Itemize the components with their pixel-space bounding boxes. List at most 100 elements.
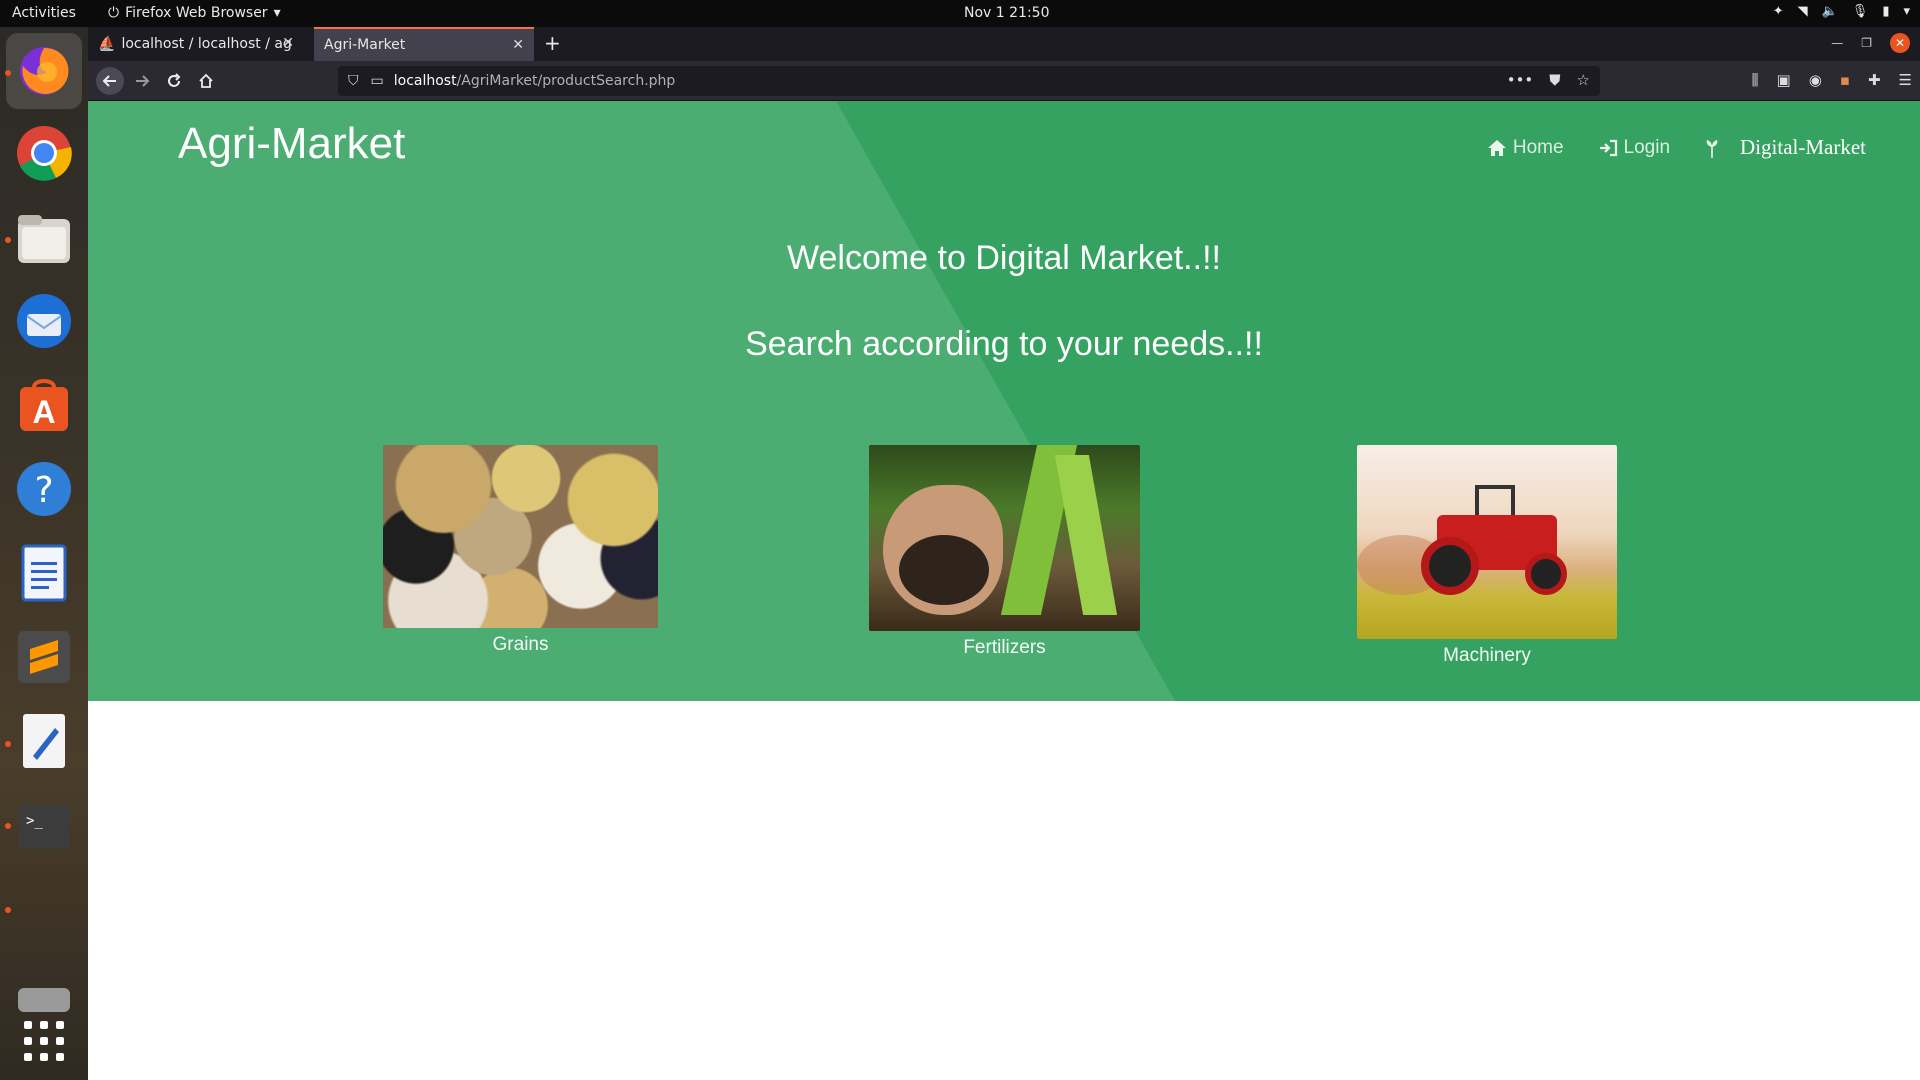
home-button[interactable]	[194, 69, 218, 93]
files-icon	[18, 215, 70, 263]
close-tab-icon[interactable]: ✕	[282, 35, 294, 51]
grid-icon	[24, 1021, 64, 1061]
toolbar-right: ⫼ ▣ ◉ ▪ ✚ ☰	[1752, 71, 1912, 89]
site-nav: Home Login Digital-Market	[1487, 135, 1866, 160]
wifi-icon[interactable]: ◥	[1798, 4, 1808, 19]
category-label: Fertilizers	[963, 637, 1046, 658]
reload-icon	[168, 73, 181, 87]
dock-thunderbird[interactable]	[12, 289, 76, 353]
reload-button[interactable]	[162, 69, 186, 93]
home-icon	[1487, 139, 1506, 156]
dock-software[interactable]: A	[12, 373, 76, 437]
machinery-image[interactable]	[1357, 445, 1617, 639]
extension-icon[interactable]: ▪	[1840, 71, 1850, 89]
page-info-icon[interactable]: ▭	[371, 73, 384, 89]
nav-home[interactable]: Home	[1487, 137, 1564, 159]
back-button[interactable]	[96, 67, 124, 95]
tab-strip: ⛵ localhost / localhost / ag ✕ Agri-Mark…	[88, 27, 1920, 61]
category-machinery[interactable]: Machinery	[1357, 445, 1617, 667]
home-icon	[199, 73, 213, 88]
account-icon[interactable]: ◉	[1809, 71, 1822, 89]
sprout-icon	[1706, 139, 1718, 158]
tab-label: Agri-Market	[324, 37, 406, 53]
firefox-small-icon: ⏻	[108, 5, 120, 21]
activities-button[interactable]: Activities	[12, 5, 76, 21]
close-window-icon[interactable]: ✕	[1890, 33, 1910, 53]
category-label: Grains	[492, 634, 549, 655]
close-tab-icon[interactable]: ✕	[512, 37, 524, 53]
page-actions-icon[interactable]: •••	[1507, 71, 1534, 89]
window-controls: — ❐ ✕	[1831, 33, 1910, 53]
text-editor-icon	[23, 714, 65, 768]
dock-help[interactable]: ?	[12, 457, 76, 521]
forward-button[interactable]	[130, 69, 154, 93]
hamburger-menu-icon[interactable]: ☰	[1899, 71, 1912, 89]
app-menu-label: Firefox Web Browser	[125, 5, 268, 21]
new-tab-button[interactable]: +	[544, 31, 561, 55]
minimize-icon[interactable]: —	[1831, 36, 1843, 50]
help-icon: ?	[17, 462, 71, 516]
software-center-icon: A	[20, 379, 68, 431]
system-top-bar: Activities ⏻ Firefox Web Browser ▾ Nov 1…	[0, 0, 1920, 27]
nav-login[interactable]: Login	[1598, 136, 1671, 159]
system-tray[interactable]: ✦ ◥ 🔈 🎙 ▮ ▾	[1773, 4, 1910, 19]
tab-label: localhost / localhost / ag	[121, 36, 292, 52]
url-host: localhost	[393, 73, 457, 89]
dock-chrome[interactable]	[12, 121, 76, 185]
fertilizers-image[interactable]	[869, 445, 1140, 631]
accessibility-icon[interactable]: ✦	[1773, 4, 1784, 19]
dock-libreoffice-writer[interactable]	[12, 541, 76, 605]
category-fertilizers[interactable]: Fertilizers	[869, 445, 1140, 659]
chrome-icon	[17, 126, 72, 181]
shield-icon[interactable]: ⛉	[348, 73, 359, 89]
tab-agri-market[interactable]: Agri-Market ✕	[314, 27, 534, 61]
dock-terminal[interactable]: >_	[12, 795, 76, 859]
url-bar[interactable]: ⛉ ▭ localhost/AgriMarket/productSearch.p…	[338, 66, 1600, 96]
grains-image[interactable]	[383, 445, 658, 628]
volume-icon[interactable]: 🔈	[1822, 4, 1838, 19]
site-brand[interactable]: Agri-Market	[178, 119, 405, 169]
login-icon	[1599, 139, 1617, 156]
nav-toolbar: ⛉ ▭ localhost/AgriMarket/productSearch.p…	[88, 61, 1920, 101]
url-text[interactable]: localhost/AgriMarket/productSearch.php	[394, 73, 676, 89]
terminal-icon: >_	[18, 805, 70, 849]
nav-digital-market-label: Digital-Market	[1740, 135, 1866, 159]
sublime-text-icon	[18, 631, 70, 683]
dock: A ? >_	[0, 27, 88, 1080]
dock-sublime[interactable]	[12, 625, 76, 689]
tab-phpmyadmin[interactable]: ⛵ localhost / localhost / ag ✕	[88, 27, 304, 61]
app-menu[interactable]: ⏻ Firefox Web Browser ▾	[108, 5, 281, 21]
show-apps-button[interactable]	[12, 1009, 76, 1073]
category-grains[interactable]: Grains	[383, 445, 658, 656]
nav-digital-market[interactable]: Digital-Market	[1704, 135, 1866, 160]
extensions-puzzle-icon[interactable]: ✚	[1868, 71, 1881, 89]
nav-home-label: Home	[1512, 136, 1564, 158]
dock-firefox[interactable]	[6, 33, 82, 109]
trash-icon	[18, 988, 70, 1012]
dock-text-editor[interactable]	[12, 709, 76, 773]
url-path: /AgriMarket/productSearch.php	[456, 73, 676, 89]
sidebar-icon[interactable]: ▣	[1777, 71, 1791, 89]
clock[interactable]: Nov 1 21:50	[964, 5, 1049, 21]
chevron-down-icon: ▾	[273, 5, 281, 21]
arrow-left-icon	[102, 75, 116, 87]
hero-section: Agri-Market Home Login Digital-Market We…	[88, 101, 1920, 701]
microphone-icon[interactable]: 🎙	[1852, 4, 1869, 19]
writer-icon	[21, 544, 67, 602]
search-heading: Search according to your needs..!!	[745, 325, 1263, 363]
restore-icon[interactable]: ❐	[1861, 36, 1872, 50]
nav-login-label: Login	[1623, 136, 1671, 158]
library-icon[interactable]: ⫼	[1752, 71, 1759, 89]
battery-icon[interactable]: ▮	[1882, 4, 1889, 19]
pocket-icon[interactable]: ⛊	[1549, 71, 1560, 89]
phpmyadmin-favicon-icon: ⛵	[98, 36, 116, 52]
svg-text:>_: >_	[26, 813, 43, 829]
dock-files[interactable]	[12, 207, 76, 271]
bookmark-star-icon[interactable]: ☆	[1577, 71, 1590, 89]
arrow-right-icon	[136, 75, 150, 87]
thunderbird-icon	[17, 294, 71, 348]
system-menu-chevron-icon[interactable]: ▾	[1903, 4, 1910, 19]
svg-text:?: ?	[34, 470, 53, 511]
category-label: Machinery	[1443, 645, 1531, 666]
url-bar-actions: ••• ⛊ ☆	[1507, 71, 1590, 89]
